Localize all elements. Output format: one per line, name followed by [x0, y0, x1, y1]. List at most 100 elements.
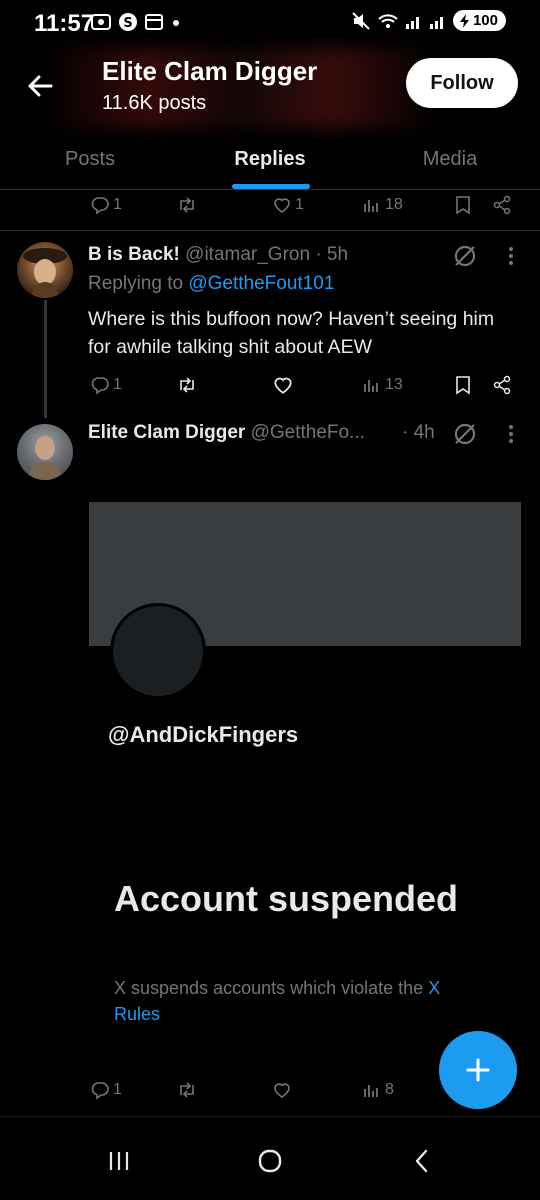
reply-button[interactable]: 1: [90, 375, 122, 395]
views-icon: [364, 1085, 378, 1097]
battery-indicator: 100: [452, 10, 506, 31]
view-count: 13: [385, 376, 403, 393]
author-name: Elite Clam Digger: [88, 422, 246, 443]
views-icon: [364, 380, 378, 392]
more-options-button[interactable]: [502, 422, 520, 446]
svg-text:S: S: [123, 16, 132, 31]
tab-media[interactable]: Media: [360, 128, 540, 190]
views-button[interactable]: 8: [362, 1080, 394, 1100]
tab-posts[interactable]: Posts: [0, 128, 180, 190]
view-count: 8: [385, 1081, 394, 1098]
view-count: 18: [385, 196, 403, 213]
repost-button[interactable]: [176, 195, 198, 215]
screen-record-icon: [91, 14, 111, 30]
status-notification-icons: S: [90, 12, 182, 32]
author-handle: @itamar_Gron: [185, 244, 311, 265]
avatar-image: [27, 436, 63, 480]
views-icon: [364, 200, 378, 212]
post-count: 11.6K posts: [102, 92, 207, 114]
avatar-image: [23, 248, 67, 298]
author-handle: @GettheFo...: [250, 422, 365, 443]
grok-button[interactable]: [452, 243, 478, 269]
replying-to-link[interactable]: @GettheFout101: [188, 273, 334, 294]
grok-button[interactable]: [452, 421, 478, 447]
prev-tweet-actions: 1 1 18: [0, 192, 540, 218]
replying-prefix: Replying to: [88, 273, 189, 294]
status-time: 11:57: [34, 10, 95, 37]
author-name: B is Back!: [88, 244, 180, 265]
home-button[interactable]: [246, 1141, 294, 1181]
heart-icon: [274, 1083, 290, 1098]
repost-button[interactable]: [176, 1080, 198, 1100]
like-button[interactable]: [272, 374, 294, 396]
share-button[interactable]: [492, 195, 512, 215]
battery-level: 100: [472, 12, 498, 29]
more-vertical-icon: [509, 247, 513, 265]
compose-post-button[interactable]: [439, 1031, 517, 1109]
system-back-button[interactable]: [398, 1141, 446, 1181]
profile-title: Elite Clam Digger: [102, 56, 318, 86]
repost-icon: [180, 197, 194, 213]
avatar-b-is-back[interactable]: [17, 242, 73, 298]
profile-tabs: Posts Replies Media: [0, 128, 540, 190]
chevron-left-icon: [415, 1149, 428, 1173]
share-button[interactable]: [492, 375, 512, 395]
more-options-button[interactable]: [502, 244, 520, 268]
profile-card-avatar: [110, 603, 206, 699]
more-vertical-icon: [509, 425, 513, 443]
signal-icon: [405, 16, 419, 29]
tweet2-author[interactable]: Elite Clam Digger @GettheFo...: [88, 422, 365, 444]
status-bar: 11:57 S 100: [0, 0, 540, 48]
tweet-time: · 5h: [315, 244, 349, 265]
recent-apps-icon: [109, 1152, 129, 1170]
reply-count: 1: [113, 376, 122, 393]
share-icon: [493, 195, 511, 215]
recent-apps-button[interactable]: [95, 1141, 143, 1181]
mute-icon: [352, 11, 370, 30]
bookmark-icon: [456, 376, 470, 395]
tweet-divider: [0, 230, 540, 231]
reply-button[interactable]: 1: [90, 1080, 122, 1100]
reply-icon: [91, 1082, 109, 1100]
like-button[interactable]: 1: [272, 195, 304, 215]
profile-header: Elite Clam Digger 11.6K posts Follow: [0, 48, 540, 128]
calendar-icon: [145, 14, 163, 30]
follow-button[interactable]: Follow: [406, 58, 518, 108]
tab-replies[interactable]: Replies: [180, 128, 360, 190]
share-icon: [493, 375, 511, 395]
repost-icon: [180, 377, 194, 393]
plus-icon: [466, 1058, 490, 1082]
thread-line: [44, 300, 47, 418]
reply-button[interactable]: 1: [90, 195, 122, 215]
bookmark-button[interactable]: [454, 195, 472, 215]
suspended-title: Account suspended: [114, 878, 459, 919]
avatar-elite-clam-digger[interactable]: [17, 424, 73, 480]
reply-icon: [91, 377, 109, 395]
reply-count: 1: [113, 1081, 122, 1098]
arrow-left-icon: [28, 75, 53, 97]
home-icon: [258, 1149, 282, 1173]
repost-icon: [180, 1082, 194, 1098]
heart-icon: [274, 377, 292, 394]
bookmark-button[interactable]: [454, 375, 472, 395]
views-button[interactable]: 13: [362, 375, 403, 395]
system-nav-bar: [0, 1116, 540, 1200]
profile-card-handle: @AndDickFingers: [108, 722, 299, 747]
like-button[interactable]: [272, 1080, 292, 1100]
back-button[interactable]: [22, 68, 58, 104]
heart-icon: [274, 198, 290, 213]
status-system-icons: 100: [351, 10, 506, 31]
grok-icon: [454, 423, 476, 445]
views-button[interactable]: 18: [362, 195, 403, 215]
reply-count: 1: [113, 196, 122, 213]
grok-icon: [454, 245, 476, 267]
replying-to-line: Replying to @GettheFout101: [88, 273, 334, 295]
s-app-icon: S: [119, 13, 137, 31]
tweet-time: · 4h: [402, 422, 435, 443]
tweet1-text: Where is this buffoon now? Haven’t seein…: [88, 308, 495, 358]
reply-icon: [91, 197, 109, 215]
repost-button[interactable]: [176, 375, 198, 395]
tweet1-author[interactable]: B is Back! @itamar_Gron · 5h: [88, 244, 348, 266]
suspended-desc-text: X suspends accounts which violate the: [114, 978, 429, 998]
like-count: 1: [295, 196, 304, 213]
